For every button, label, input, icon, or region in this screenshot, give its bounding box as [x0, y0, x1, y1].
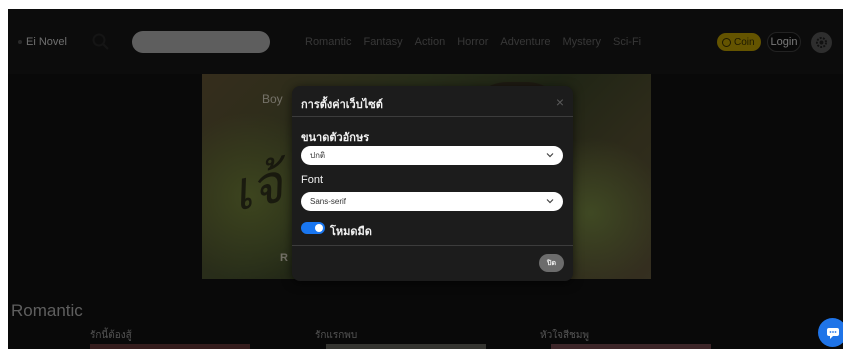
close-icon[interactable]: × [556, 94, 564, 110]
modal-footer: ปิด [292, 245, 573, 281]
chevron-down-icon [546, 153, 554, 158]
dark-mode-toggle[interactable] [301, 222, 325, 234]
dark-mode-label: โหมดมืด [330, 226, 372, 238]
settings-modal: การตั้งค่าเว็บไซต์ × ขนาดตัวอักษร ปกติ F… [292, 86, 573, 281]
modal-header: การตั้งค่าเว็บไซต์ × [292, 86, 573, 117]
chat-icon [826, 327, 839, 339]
modal-title: การตั้งค่าเว็บไซต์ [301, 99, 383, 111]
chat-button[interactable] [818, 318, 843, 347]
font-family-value: Sans-serif [310, 197, 347, 206]
font-size-label: ขนาดตัวอักษร [301, 132, 370, 144]
font-family-select[interactable]: Sans-serif [301, 192, 563, 211]
close-button[interactable]: ปิด [539, 254, 564, 272]
chevron-down-icon [546, 199, 554, 204]
font-size-select[interactable]: ปกติ [301, 146, 563, 165]
font-size-value: ปกติ [310, 151, 326, 160]
toggle-knob [315, 224, 323, 232]
font-label: Font [301, 174, 324, 186]
